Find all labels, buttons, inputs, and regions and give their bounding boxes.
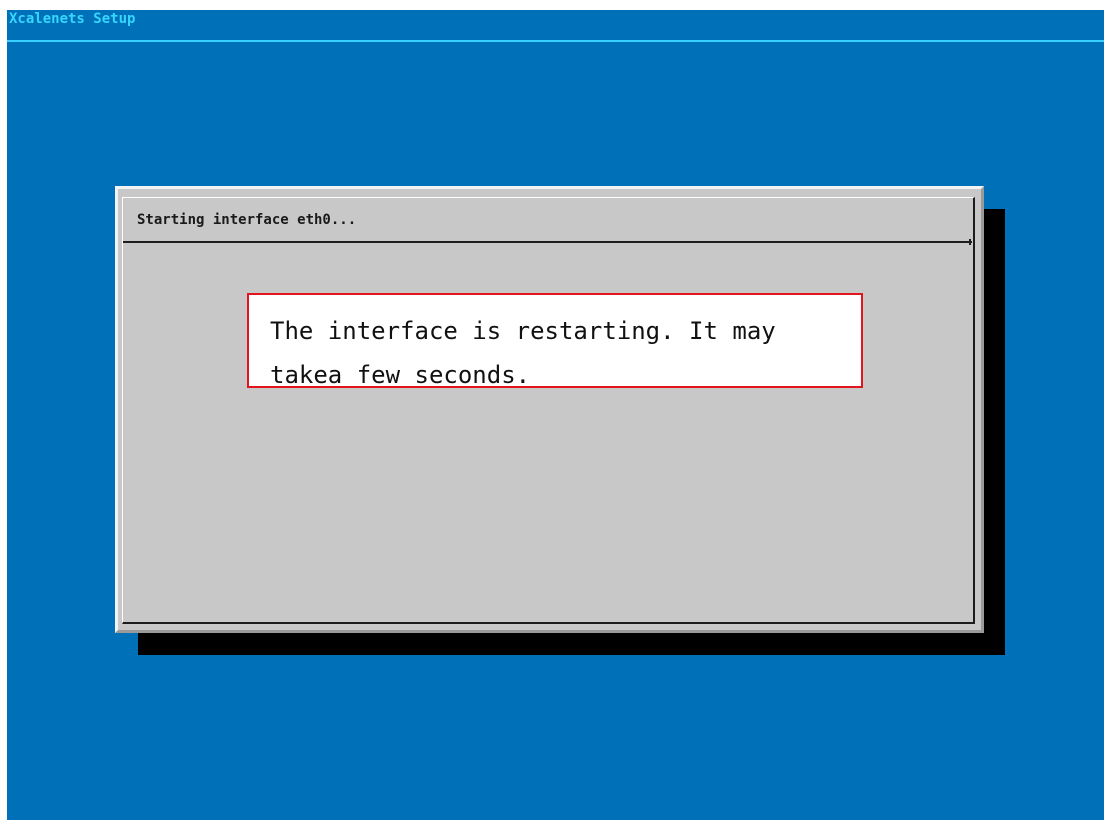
annotation-line-1: The interface is restarting. It may (270, 317, 776, 345)
dialog-divider (123, 241, 972, 243)
dialog-frame (122, 197, 975, 624)
divider-tick (969, 239, 977, 245)
title-divider (7, 40, 1104, 42)
dialog-title: Starting interface eth0... (137, 212, 357, 228)
annotation-callout: The interface is restarting. It may take… (247, 293, 863, 389)
app-title: Xcalenets Setup (9, 11, 136, 27)
title-bar: Xcalenets Setup (7, 10, 1104, 40)
progress-dialog: Starting interface eth0... The interface… (115, 186, 984, 633)
annotation-line-2: takea few seconds. (270, 361, 531, 389)
installer-screen: Xcalenets Setup Starting interface eth0.… (7, 10, 1104, 820)
